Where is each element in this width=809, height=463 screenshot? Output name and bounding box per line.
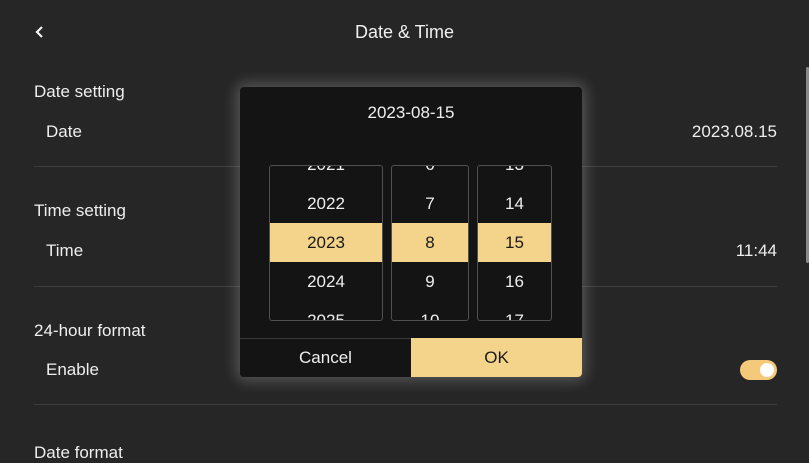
day-option[interactable]: 16 [478, 262, 551, 301]
day-option[interactable]: 14 [478, 184, 551, 223]
day-option-selected[interactable]: 15 [478, 223, 551, 262]
year-option[interactable]: 2021 [270, 166, 382, 184]
cancel-button[interactable]: Cancel [240, 338, 411, 377]
divider [34, 404, 777, 405]
day-wheel[interactable]: 13 14 15 16 17 [477, 165, 552, 321]
month-wheel[interactable]: 6 7 8 9 10 [391, 165, 469, 321]
section-title-date-format: Date format [34, 443, 123, 462]
year-option[interactable]: 2022 [270, 184, 382, 223]
dialog-button-bar: Cancel OK [240, 338, 582, 377]
section-title-date-setting: Date setting [34, 82, 125, 101]
date-row-value[interactable]: 2023.08.15 [692, 122, 777, 142]
ok-button[interactable]: OK [411, 338, 582, 377]
chevron-left-icon [35, 26, 43, 38]
month-option[interactable]: 6 [392, 166, 468, 184]
year-wheel[interactable]: 2021 2022 2023 2024 2025 [269, 165, 383, 321]
time-row-value[interactable]: 11:44 [736, 241, 777, 261]
toggle-knob [760, 363, 774, 377]
section-title-24-hour-format: 24-hour format [34, 321, 146, 340]
month-option-selected[interactable]: 8 [392, 223, 468, 262]
year-option[interactable]: 2024 [270, 262, 382, 301]
dialog-title: 2023-08-15 [367, 103, 455, 122]
day-option[interactable]: 17 [478, 301, 551, 321]
date-picker-dialog: 2023-08-15 2021 2022 2023 2024 2025 6 7 … [240, 87, 582, 377]
enable-row-label: Enable [46, 360, 99, 379]
section-title-time-setting: Time setting [34, 201, 126, 220]
enable-24-hour-toggle[interactable] [740, 360, 777, 380]
page-title: Date & Time [354, 21, 455, 42]
day-option[interactable]: 13 [478, 166, 551, 184]
back-button[interactable] [30, 20, 50, 44]
month-option[interactable]: 7 [392, 184, 468, 223]
year-option-selected[interactable]: 2023 [270, 223, 382, 262]
date-row-label: Date [46, 122, 82, 141]
time-row-label: Time [46, 241, 84, 260]
header-bar: Date & Time [0, 0, 809, 64]
month-option[interactable]: 9 [392, 262, 468, 301]
year-option[interactable]: 2025 [270, 301, 382, 321]
month-option[interactable]: 10 [392, 301, 468, 321]
